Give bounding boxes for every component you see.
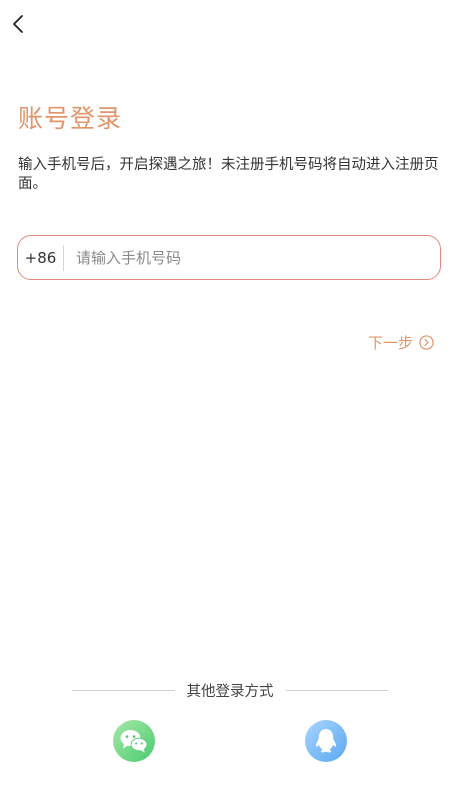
page-title: 账号登录 [18,104,123,133]
phone-input-box: +86 [17,235,441,280]
chevron-circle-right-icon [419,335,434,350]
other-login-divider: 其他登录方式 [72,680,388,701]
country-code[interactable]: +86 [18,249,63,267]
chevron-left-icon [13,15,23,33]
qq-icon [316,729,336,753]
page-subtitle: 输入手机号后，开启探遇之旅！未注册手机号码将自动进入注册页面。 [18,157,439,192]
other-login-title: 其他登录方式 [186,684,274,700]
next-step-button[interactable]: 下一步 [368,332,434,353]
wechat-login-button[interactable] [113,720,155,762]
wechat-icon [120,730,148,753]
phone-input[interactable] [64,236,440,279]
divider-line-left [72,690,175,691]
divider-line-right [285,690,388,691]
qq-login-button[interactable] [305,720,347,762]
next-step-label: 下一步 [367,334,413,352]
back-button[interactable] [8,12,28,36]
